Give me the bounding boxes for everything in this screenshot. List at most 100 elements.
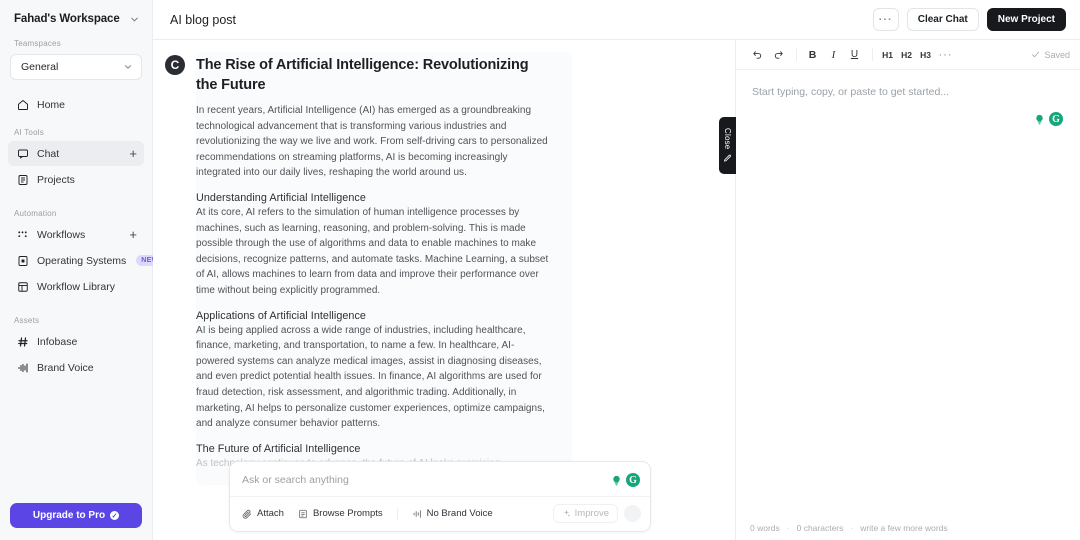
browse-prompts-button[interactable]: Browse Prompts <box>298 508 383 519</box>
app-root: Fahad's Workspace Teamspaces General Hom… <box>0 0 1080 540</box>
audio-waveform-icon <box>16 361 29 374</box>
chat-column: C The Rise of Artificial Intelligence: R… <box>153 40 735 540</box>
improve-button[interactable]: Improve <box>552 504 618 523</box>
grammarly-g-icon[interactable]: G <box>1049 112 1063 126</box>
nav-group-ai-tools: Chat + Projects <box>0 141 152 193</box>
sidebar-item-label: Projects <box>37 173 75 186</box>
section-label-ai-tools: AI Tools <box>14 128 44 137</box>
redo-icon <box>773 49 784 60</box>
composer-right-actions: Improve <box>552 504 641 523</box>
nav-group-assets: Infobase Brand Voice <box>0 329 152 381</box>
audio-waveform-icon <box>412 509 422 519</box>
page-title: AI blog post <box>170 12 237 27</box>
sidebar-item-label: Infobase <box>37 335 78 348</box>
pencil-icon <box>723 154 732 163</box>
sidebar-item-label: Chat <box>37 147 60 160</box>
lightbulb-icon[interactable] <box>1032 112 1046 126</box>
brand-voice-selector[interactable]: No Brand Voice <box>412 508 493 519</box>
underline-button[interactable]: U <box>845 45 864 64</box>
workspace-switcher[interactable]: Fahad's Workspace <box>0 0 152 37</box>
saved-label: Saved <box>1044 49 1070 60</box>
separator: · <box>850 523 854 533</box>
heading-1-button[interactable]: H1 <box>879 45 896 64</box>
divider <box>796 48 797 61</box>
chevron-down-icon <box>123 62 133 72</box>
topbar: AI blog post ··· Clear Chat New Project <box>153 0 1080 40</box>
sidebar-item-operating-systems[interactable]: Operating Systems NEW <box>8 248 164 273</box>
message-heading: Understanding Artificial Intelligence <box>196 191 366 204</box>
grammarly-tools: G <box>609 473 640 487</box>
divider <box>872 48 873 61</box>
composer-toolbar: Attach Browse Prompts No Brand Voice Imp… <box>230 496 650 531</box>
add-workflow-button[interactable]: + <box>129 228 137 241</box>
workspace-name: Fahad's Workspace <box>14 13 120 25</box>
topbar-actions: ··· Clear Chat New Project <box>872 8 1066 31</box>
grammarly-g-icon[interactable]: G <box>626 473 640 487</box>
writing-hint: write a few more words <box>860 523 948 533</box>
bold-button[interactable]: B <box>803 45 822 64</box>
grammarly-tools: G <box>1032 112 1063 126</box>
library-grid-icon <box>16 280 29 293</box>
sidebar-item-home[interactable]: Home <box>8 92 144 117</box>
sidebar-item-label: Workflow Library <box>37 280 115 293</box>
sidebar-item-infobase[interactable]: Infobase <box>8 329 144 354</box>
editor-footer: 0 words · 0 characters · write a few mor… <box>736 516 1080 540</box>
search-input[interactable]: Ask or search anything <box>242 474 601 486</box>
editor-body[interactable]: Start typing, copy, or paste to get star… <box>736 70 1080 516</box>
paperclip-icon <box>242 509 252 519</box>
document-panel: Close B I U H1 H2 H3 ··· Saved Start typ… <box>719 40 1080 540</box>
chevron-down-icon <box>129 14 140 25</box>
sidebar-item-label: Workflows <box>37 228 86 241</box>
chat-bubble-icon <box>16 147 29 160</box>
message-title: The Rise of Artificial Intelligence: Rev… <box>196 57 529 93</box>
message-paragraph: In recent years, Artificial Intelligence… <box>196 105 548 179</box>
lightbulb-icon[interactable] <box>609 473 623 487</box>
check-circle-icon: ✓ <box>110 511 120 520</box>
character-count: 0 characters <box>796 523 844 533</box>
italic-button[interactable]: I <box>824 45 843 64</box>
saved-status: Saved <box>1031 50 1070 60</box>
redo-button[interactable] <box>769 45 788 64</box>
clear-chat-button[interactable]: Clear Chat <box>906 8 979 31</box>
sidebar-item-workflow-library[interactable]: Workflow Library <box>8 274 144 299</box>
composer-input-row[interactable]: Ask or search anything G <box>230 462 650 496</box>
hash-icon <box>16 335 29 348</box>
divider <box>396 507 398 520</box>
heading-2-button[interactable]: H2 <box>898 45 915 64</box>
teamspace-select[interactable]: General <box>10 54 142 80</box>
composer-container: Ask or search anything G Attach Browse P… <box>229 461 651 532</box>
improve-label: Improve <box>574 508 609 519</box>
new-project-button[interactable]: New Project <box>986 8 1066 31</box>
undo-button[interactable] <box>748 45 767 64</box>
sidebar-item-label: Brand Voice <box>37 361 94 374</box>
message-paragraph: AI is being applied across a wide range … <box>196 324 545 430</box>
document-icon <box>16 173 29 186</box>
upgrade-to-pro-button[interactable]: Upgrade to Pro ✓ <box>10 503 142 528</box>
nav-group-general: Home <box>0 92 152 118</box>
sidebar-item-workflows[interactable]: Workflows + <box>8 222 144 247</box>
teamspace-selected-value: General <box>21 61 59 73</box>
message-bubble: The Rise of Artificial Intelligence: Rev… <box>196 52 572 486</box>
sidebar-item-projects[interactable]: Projects <box>8 167 144 192</box>
section-label-automation: Automation <box>14 209 57 218</box>
close-panel-tab[interactable]: Close <box>719 117 736 174</box>
workspace: C The Rise of Artificial Intelligence: R… <box>153 40 1080 540</box>
add-chat-button[interactable]: + <box>129 147 137 160</box>
heading-3-button[interactable]: H3 <box>917 45 934 64</box>
undo-icon <box>752 49 763 60</box>
sidebar-item-brand-voice[interactable]: Brand Voice <box>8 355 144 380</box>
sidebar-item-label: Operating Systems <box>37 254 127 267</box>
attach-button[interactable]: Attach <box>242 508 284 519</box>
chat-message: C The Rise of Artificial Intelligence: R… <box>153 40 735 486</box>
more-options-button[interactable]: ··· <box>872 8 899 31</box>
sidebar-item-label: Home <box>37 98 66 111</box>
avatar: C <box>165 55 185 75</box>
sidebar-item-chat[interactable]: Chat + <box>8 141 144 166</box>
nav-group-automation: Workflows + Operating Systems NEW Workfl… <box>0 222 164 300</box>
more-formatting-button[interactable]: ··· <box>936 45 955 64</box>
word-count: 0 words <box>750 523 780 533</box>
composer: Ask or search anything G Attach Browse P… <box>229 461 651 532</box>
operating-system-icon <box>16 254 29 267</box>
brand-voice-label: No Brand Voice <box>426 508 493 519</box>
send-circle-icon[interactable] <box>624 505 641 522</box>
